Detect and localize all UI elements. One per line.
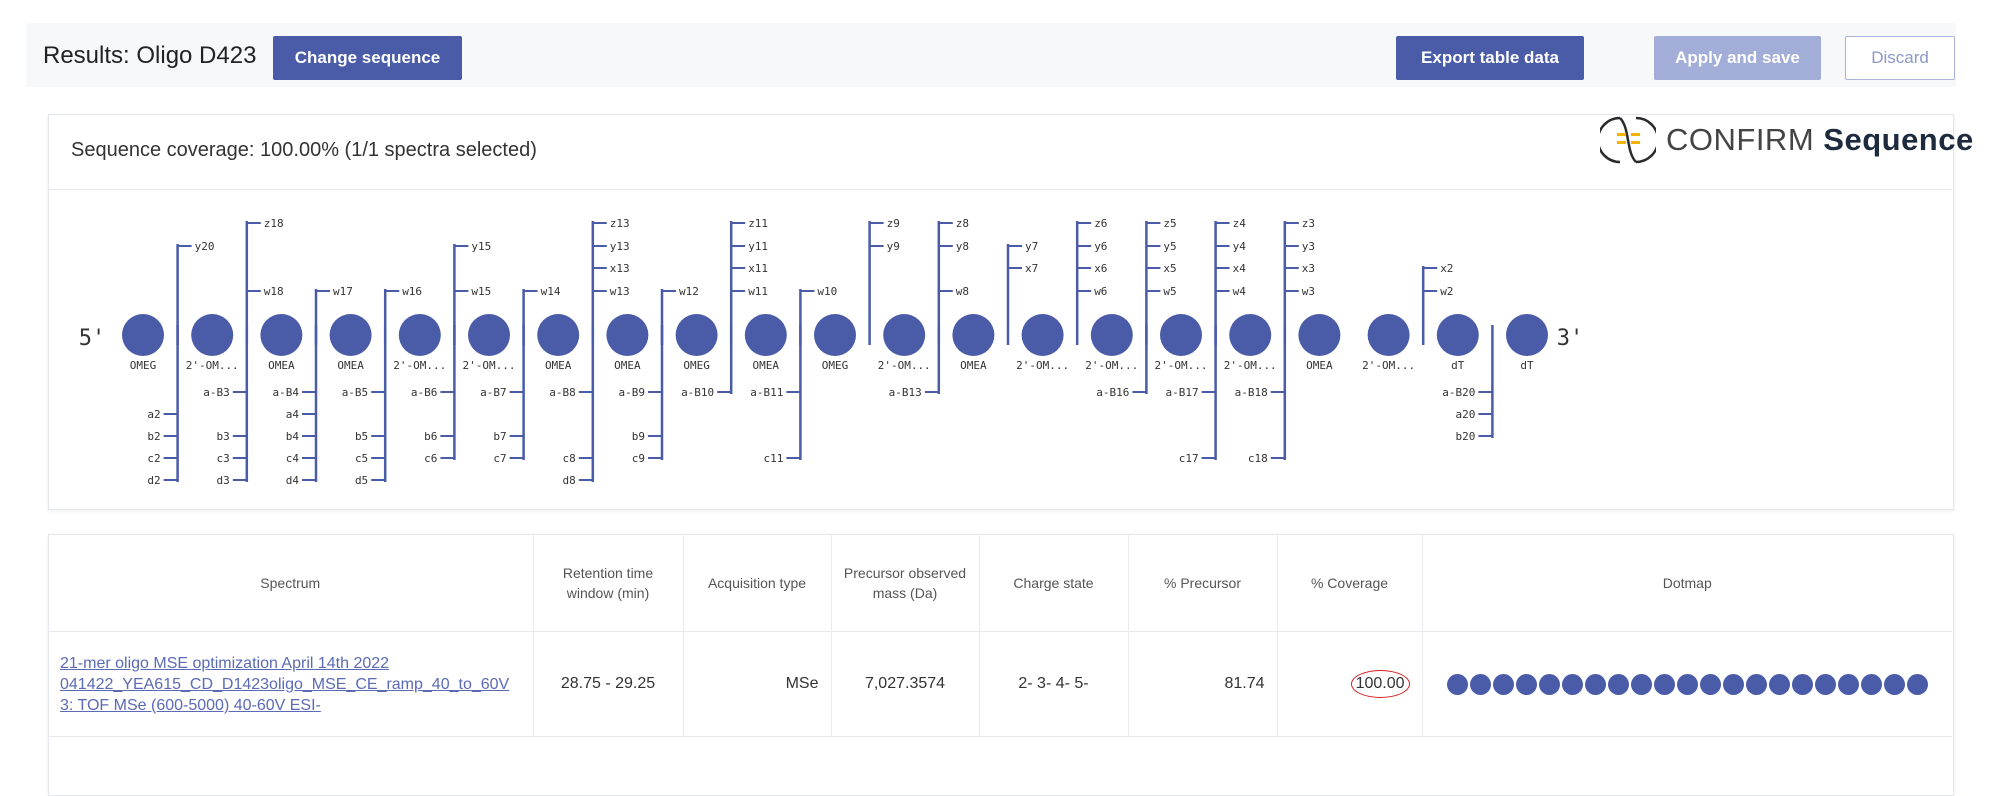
logo-word-confirm: CONFIRM xyxy=(1666,122,1815,157)
dotmap-cell xyxy=(1422,631,1952,737)
confirm-sequence-logo: CONFIRM Sequence xyxy=(1600,110,1974,170)
export-table-data-button[interactable]: Export table data xyxy=(1396,36,1584,80)
header-charge-state[interactable]: Charge state xyxy=(979,534,1129,632)
dotmap-dot xyxy=(1492,673,1514,695)
header-acquisition-type[interactable]: Acquisition type xyxy=(683,534,832,632)
dotmap-dot xyxy=(1630,673,1652,695)
dotmap-dot xyxy=(1446,673,1468,695)
dotmap-dot xyxy=(1561,673,1583,695)
dotmap-dot xyxy=(1469,673,1491,695)
discard-button[interactable]: Discard xyxy=(1845,36,1955,80)
dotmap-dot xyxy=(1515,673,1537,695)
dotmap-dot xyxy=(1699,673,1721,695)
dotmap-dot xyxy=(1814,673,1836,695)
table-row[interactable]: 21-mer oligo MSE optimization April 14th… xyxy=(48,631,1952,737)
dotmap-dot xyxy=(1906,673,1928,695)
dotmap-dot xyxy=(1584,673,1606,695)
retention-cell: 28.75 - 29.25 xyxy=(533,631,684,737)
panel-divider xyxy=(48,189,1952,190)
results-table: Spectrum Retention time window (min) Acq… xyxy=(48,534,1952,737)
header-precursor-mass[interactable]: Precursor observed mass (Da) xyxy=(831,534,980,632)
spectrum-link[interactable]: 21-mer oligo MSE optimization April 14th… xyxy=(60,655,509,714)
dotmap-dot xyxy=(1676,673,1698,695)
sequence-coverage-panel xyxy=(48,114,1954,510)
charge-state-cell: 2- 3- 4- 5- xyxy=(979,631,1129,737)
header-percent-precursor[interactable]: % Precursor xyxy=(1128,534,1278,632)
dotmap xyxy=(1435,673,1941,695)
dotmap-dot xyxy=(1768,673,1790,695)
logo-word-sequence: Sequence xyxy=(1823,122,1974,157)
sequence-coverage-title: Sequence coverage: 100.00% (1/1 spectra … xyxy=(71,139,537,161)
dotmap-dot xyxy=(1538,673,1560,695)
spectrum-cell: 21-mer oligo MSE optimization April 14th… xyxy=(48,631,534,737)
apply-and-save-button[interactable]: Apply and save xyxy=(1654,36,1821,80)
header-dotmap: Dotmap xyxy=(1422,534,1952,632)
dotmap-dot xyxy=(1607,673,1629,695)
logo-wordmark: CONFIRM Sequence xyxy=(1666,122,1974,158)
dotmap-dot xyxy=(1745,673,1767,695)
coverage-value-highlight: 100.00 xyxy=(1350,670,1410,698)
page-title: Results: Oligo D423 xyxy=(43,42,257,69)
dotmap-dot xyxy=(1722,673,1744,695)
dotmap-dot xyxy=(1860,673,1882,695)
table-header-row: Spectrum Retention time window (min) Acq… xyxy=(48,534,1952,632)
dotmap-dot xyxy=(1837,673,1859,695)
acquisition-cell: MSe xyxy=(683,631,832,737)
header-retention-time[interactable]: Retention time window (min) xyxy=(533,534,684,632)
dotmap-dot xyxy=(1653,673,1675,695)
header-percent-coverage[interactable]: % Coverage xyxy=(1277,534,1423,632)
dotmap-dot xyxy=(1883,673,1905,695)
header-spectrum[interactable]: Spectrum xyxy=(48,534,534,632)
precursor-mass-cell: 7,027.3574 xyxy=(831,631,980,737)
percent-coverage-cell: 100.00 xyxy=(1277,631,1423,737)
change-sequence-button[interactable]: Change sequence xyxy=(273,36,462,80)
dotmap-dot xyxy=(1791,673,1813,695)
percent-precursor-cell: 81.74 xyxy=(1128,631,1278,737)
confirm-logo-icon xyxy=(1600,116,1656,164)
